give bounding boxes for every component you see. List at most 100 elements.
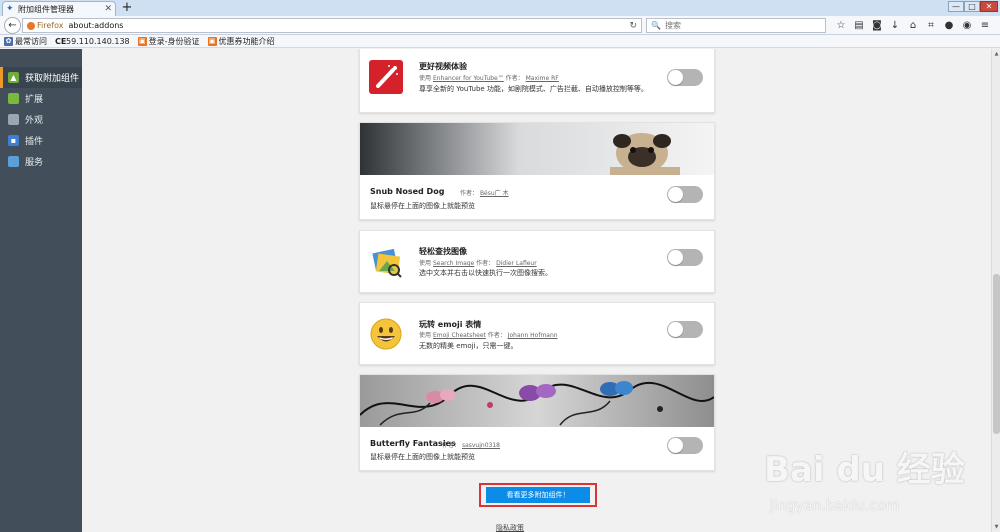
- menu-icon[interactable]: ≡: [976, 20, 994, 31]
- puzzle-icon: [8, 93, 19, 104]
- tab-close-icon[interactable]: ✕: [104, 4, 112, 14]
- addon-toggle[interactable]: [667, 437, 703, 454]
- addon-title: 玩转 emoji 表情: [419, 320, 482, 329]
- pocket-icon[interactable]: ◙: [868, 20, 886, 31]
- tab-title: 附加组件管理器: [18, 4, 74, 14]
- sidebar-item-label: 服务: [25, 158, 44, 168]
- addon-description: 鼠标悬停在上面的图像上就能预览: [370, 453, 475, 461]
- sidebar-item-label: 插件: [25, 137, 44, 147]
- home-icon[interactable]: ⌂: [904, 20, 922, 31]
- toggle-knob: [668, 250, 683, 265]
- highlight-box: 看看更多附加组件！: [479, 483, 597, 507]
- addon-description: 无数的精美 emoji，只需一键。: [419, 342, 518, 350]
- addon-title: 更好视频体验: [419, 62, 467, 71]
- sidebar-item-get-addons[interactable]: ▲ 获取附加组件: [0, 67, 82, 88]
- reload-icon[interactable]: ↻: [629, 21, 637, 31]
- privacy-policy-link[interactable]: 隐私政策: [496, 523, 524, 532]
- author-link[interactable]: Johann Hofmann: [508, 332, 558, 339]
- addon-toggle[interactable]: [667, 321, 703, 338]
- new-tab-button[interactable]: +: [120, 1, 134, 15]
- puzzle-piece-icon: ✦: [6, 3, 14, 14]
- sidebar-item-label: 扩展: [25, 95, 44, 105]
- get-addons-icon: ▲: [8, 72, 19, 83]
- addon-card-snub-nosed-dog: Snub Nosed Dog 作者： Bésu广 木 鼠标悬停在上面的图像上就能…: [359, 122, 715, 220]
- addon-card-enhancer: 更好视频体验 使用 Enhancer for YouTube™ 作者： Maxi…: [359, 49, 715, 113]
- toggle-knob: [668, 187, 683, 202]
- search-input[interactable]: [664, 21, 815, 30]
- search-bar[interactable]: 🔍: [646, 18, 826, 33]
- theme-preview-banner[interactable]: [360, 123, 714, 175]
- download-icon[interactable]: ↓: [886, 20, 904, 31]
- bookmark-login[interactable]: ▣ 登录-身份验证: [137, 36, 200, 47]
- watermark-logo-text: Bai du 经验: [764, 450, 965, 490]
- tab-addons-manager[interactable]: ✦ 附加组件管理器 ✕: [2, 1, 116, 16]
- bookmark-label: 59.110.140.138: [66, 36, 130, 46]
- sidebar-item-appearance[interactable]: 外观: [0, 109, 82, 130]
- bookmarks-bar: ✿ 最常访问 CE 59.110.140.138 ▣ 登录-身份验证 ▣ 优惠券…: [0, 35, 1000, 48]
- scroll-up-arrow-icon[interactable]: ▲: [993, 50, 1000, 58]
- orange-bookmark-icon: ▣: [207, 36, 217, 46]
- vertical-scrollbar[interactable]: ▲ ▼: [991, 49, 1000, 532]
- title-bar: ✦ 附加组件管理器 ✕ + — □ ✕: [0, 0, 1000, 16]
- bookmark-coupon[interactable]: ▣ 优惠券功能介绍: [207, 36, 275, 47]
- addon-name-link[interactable]: Search Image: [433, 260, 474, 267]
- addon-card-search-image: 轻松查找图像 使用 Search Image 作者： Didier Lafleu…: [359, 230, 715, 293]
- scroll-down-arrow-icon[interactable]: ▼: [993, 523, 1000, 531]
- addon-description: 选中文本并右击以快速执行一次图像搜索。: [419, 269, 552, 277]
- theme-preview-banner[interactable]: [360, 375, 714, 427]
- navigation-bar: ← Firefox about:addons ↻ 🔍 ☆ ▤ ◙ ↓ ⌂ ⌗ ●…: [0, 16, 1000, 35]
- identity-label: Firefox: [37, 21, 64, 30]
- addon-title: Snub Nosed Dog: [370, 187, 445, 196]
- smiley-emoji-icon: [369, 317, 403, 351]
- bookmark-ip[interactable]: CE 59.110.140.138: [55, 37, 130, 46]
- addon-meta: 使用 Search Image 作者： Didier Lafleur: [419, 260, 537, 267]
- baidu-jingyan-watermark: Bai du 经验 jingyan.baidu.com: [760, 440, 990, 530]
- author-link[interactable]: Bésu广 木: [480, 190, 509, 197]
- toggle-knob: [668, 70, 683, 85]
- addon-name-link[interactable]: Emoji Cheatsheet: [433, 332, 486, 339]
- addon-toggle[interactable]: [667, 186, 703, 203]
- bookmark-most-visited[interactable]: ✿ 最常访问: [4, 36, 47, 47]
- addon-toggle[interactable]: [667, 249, 703, 266]
- theme-icon: [8, 114, 19, 125]
- sidebar-item-label: 获取附加组件: [25, 74, 80, 84]
- sidebar-item-plugins[interactable]: ▪ 插件: [0, 130, 82, 151]
- plugin-icon: ▪: [8, 135, 19, 146]
- ce-icon: CE: [55, 36, 67, 46]
- back-button[interactable]: ←: [4, 17, 21, 34]
- search-icon: 🔍: [651, 21, 661, 30]
- url-text[interactable]: about:addons: [68, 21, 629, 30]
- author-link[interactable]: sasvujn0318: [462, 442, 500, 449]
- bookmark-star-icon[interactable]: ☆: [832, 20, 850, 31]
- chat-icon[interactable]: ●: [940, 20, 958, 31]
- addon-toggle[interactable]: [667, 69, 703, 86]
- addons-sidebar: ▲ 获取附加组件 扩展 外观 ▪ 插件 服务: [0, 49, 82, 532]
- minimize-button[interactable]: —: [948, 1, 964, 12]
- toolbar-icons: ☆ ▤ ◙ ↓ ⌂ ⌗ ● ◉ ≡: [832, 18, 994, 33]
- maximize-button[interactable]: □: [964, 1, 980, 12]
- bookmark-label: 优惠券功能介绍: [218, 36, 275, 46]
- identity-box[interactable]: Firefox: [27, 21, 63, 30]
- addon-description: 尊享全新的 YouTube 功能，如剧院模式、广告拦截、自动播放控制等等。: [419, 85, 648, 93]
- magic-wand-icon: [369, 60, 403, 94]
- bookmark-label: 最常访问: [15, 36, 47, 46]
- services-icon: [8, 156, 19, 167]
- screenshot-crop-icon[interactable]: ⌗: [922, 20, 940, 31]
- extension-green-icon[interactable]: ◉: [958, 20, 976, 31]
- author-link[interactable]: Maxime RF: [526, 75, 559, 82]
- addon-meta: 使用 Enhancer for YouTube™ 作者： Maxime RF: [419, 75, 559, 82]
- sidebar-item-services[interactable]: 服务: [0, 151, 82, 172]
- addon-description: 鼠标悬停在上面的图像上就能预览: [370, 202, 475, 210]
- scroll-thumb[interactable]: [993, 274, 1000, 434]
- author-link[interactable]: Didier Lafleur: [496, 260, 537, 267]
- addon-meta: 作者： sasvujn0318: [442, 442, 500, 449]
- bookmark-label: 登录-身份验证: [148, 36, 200, 46]
- url-bar[interactable]: Firefox about:addons ↻: [22, 18, 642, 33]
- clipboard-icon[interactable]: ▤: [850, 20, 868, 31]
- addon-card-emoji: 玩转 emoji 表情 使用 Emoji Cheatsheet 作者： Joha…: [359, 302, 715, 365]
- close-window-button[interactable]: ✕: [980, 1, 998, 12]
- addon-name-link[interactable]: Enhancer for YouTube™: [433, 75, 504, 82]
- see-more-addons-button[interactable]: 看看更多附加组件！: [486, 487, 590, 503]
- addon-title: 轻松查找图像: [419, 247, 467, 256]
- sidebar-item-extensions[interactable]: 扩展: [0, 88, 82, 109]
